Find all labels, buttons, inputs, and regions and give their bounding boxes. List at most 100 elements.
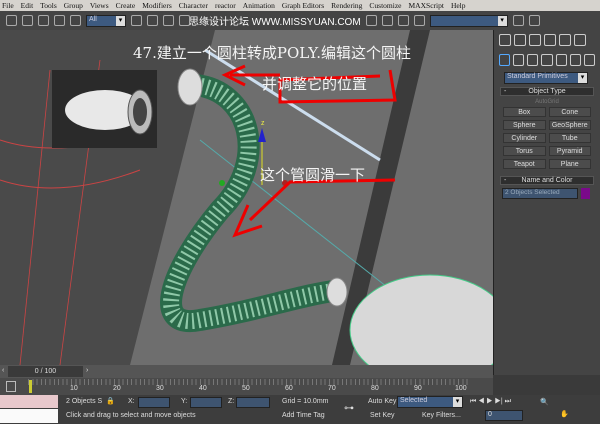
menu-create[interactable]: Create (116, 1, 136, 10)
lights-icon[interactable] (527, 54, 539, 66)
menu-tools[interactable]: Tools (40, 1, 57, 10)
unlink-icon[interactable] (54, 15, 65, 26)
bind-space-warp-icon[interactable] (70, 15, 81, 26)
set-key-button[interactable]: Set Key (370, 412, 395, 419)
select-icon[interactable] (131, 15, 142, 26)
zoom-icon[interactable]: 🔍 (540, 398, 549, 406)
display-tab-icon[interactable] (559, 34, 571, 46)
maxscript-listener-white[interactable] (0, 409, 58, 423)
perspective-viewport[interactable]: 47.建立一个圆柱转成POLY.编辑这个圆柱 并调整它的位置 这个管圆滑一下 z (0, 30, 493, 365)
sphere-object (349, 274, 493, 365)
auto-key-button[interactable]: Auto Key (368, 398, 396, 405)
menu-graph-editors[interactable]: Graph Editors (282, 1, 324, 10)
prev-frame-icon[interactable]: ‹ (2, 367, 4, 374)
menu-character[interactable]: Character (179, 1, 208, 10)
shapes-icon[interactable] (513, 54, 525, 66)
menu-customize[interactable]: Customize (369, 1, 401, 10)
teapot-button[interactable]: Teapot (503, 159, 546, 169)
torus-button[interactable]: Torus (503, 146, 546, 156)
menu-group[interactable]: Group (64, 1, 83, 10)
tube-button[interactable]: Tube (548, 133, 591, 143)
object-type-rollout[interactable]: Object Type (500, 87, 594, 96)
spinner-snap-icon[interactable] (413, 15, 425, 26)
named-selection-dropdown[interactable] (429, 14, 508, 27)
mini-curve-editor-icon[interactable] (6, 381, 16, 392)
tick-label: 20 (113, 385, 121, 392)
snap-icon[interactable] (365, 15, 377, 26)
cone-button[interactable]: Cone (548, 107, 591, 117)
cylinder-button[interactable]: Cylinder (503, 133, 546, 143)
select-by-name-icon[interactable] (147, 15, 158, 26)
name-color-rollout[interactable]: Name and Color (500, 176, 594, 185)
hierarchy-tab-icon[interactable] (529, 34, 541, 46)
key-icon[interactable]: ⊶ (344, 403, 354, 414)
main-toolbar: All 思缘设计论坛 WWW.MISSYUAN.COM (0, 11, 600, 30)
annotation-position: 并调整它的位置 (262, 75, 368, 93)
z-coordinate-field[interactable] (236, 397, 270, 408)
cameras-icon[interactable] (541, 54, 553, 66)
systems-icon[interactable] (583, 54, 595, 66)
x-label: X: (128, 398, 135, 405)
sphere-button[interactable]: Sphere (503, 120, 546, 130)
key-filters-button[interactable]: Key Filters... (422, 412, 461, 419)
watermark: 思缘设计论坛 WWW.MISSYUAN.COM (189, 17, 361, 28)
geosphere-button[interactable]: GeoSphere (548, 120, 591, 130)
menu-animation[interactable]: Animation (243, 1, 275, 10)
maxscript-listener-pink[interactable] (0, 395, 58, 408)
menu-file[interactable]: File (2, 1, 14, 10)
command-panel: Standard Primitives Object Type AutoGrid… (493, 30, 600, 375)
track-bar[interactable]: 10 20 30 40 50 60 70 80 90 100 (0, 378, 493, 395)
annotation-smooth: 这个管圆滑一下 (260, 166, 366, 184)
menu-rendering[interactable]: Rendering (331, 1, 362, 10)
undo-icon[interactable] (6, 15, 17, 26)
modify-tab-icon[interactable] (514, 34, 526, 46)
selection-filter-dropdown[interactable]: All (86, 14, 126, 27)
tick-label: 100 (455, 385, 467, 392)
tick-label: 30 (156, 385, 164, 392)
gizmo-z-label: z (261, 120, 265, 127)
create-tab-icon[interactable] (499, 34, 511, 46)
pyramid-button[interactable]: Pyramid (548, 146, 591, 156)
add-time-tag-button[interactable]: Add Time Tag (282, 412, 325, 419)
align-icon[interactable] (528, 15, 540, 26)
mirror-icon[interactable] (512, 15, 524, 26)
key-mode-dropdown[interactable]: Selected (397, 396, 463, 408)
playback-controls[interactable]: ⏮ ◀ ▶ ▶| ⏭ (470, 398, 511, 406)
menu-edit[interactable]: Edit (21, 1, 34, 10)
pan-icon[interactable]: ✋ (560, 410, 569, 418)
time-slider[interactable]: ‹ 0 / 100 › (0, 365, 493, 378)
menu-views[interactable]: Views (90, 1, 109, 10)
object-color-swatch[interactable] (581, 188, 590, 199)
x-coordinate-field[interactable] (138, 397, 170, 408)
y-label: Y: (181, 398, 188, 405)
menu-modifiers[interactable]: Modifiers (142, 1, 172, 10)
menu-maxscript[interactable]: MAXScript (409, 1, 444, 10)
tick-label: 70 (328, 385, 336, 392)
menu-help[interactable]: Help (451, 1, 466, 10)
helpers-icon[interactable] (555, 54, 567, 66)
current-frame-field[interactable]: 0 (485, 410, 523, 421)
box-button[interactable]: Box (503, 107, 546, 117)
category-dropdown[interactable]: Standard Primitives (504, 72, 588, 84)
selection-count: 2 Objects S (66, 398, 103, 405)
gizmo-z-arrow (258, 128, 266, 142)
region-select-icon[interactable] (163, 15, 174, 26)
geometry-icon[interactable] (499, 54, 511, 66)
menu-reactor[interactable]: reactor (215, 1, 236, 10)
prompt-text: Click and drag to select and move object… (66, 412, 196, 419)
link-icon[interactable] (38, 15, 49, 26)
lock-selection-icon[interactable]: 🔒 (106, 397, 115, 405)
angle-snap-icon[interactable] (381, 15, 393, 26)
plane-button[interactable]: Plane (548, 159, 591, 169)
percent-snap-icon[interactable] (397, 15, 409, 26)
z-label: Z: (228, 398, 235, 405)
object-name-field[interactable]: 2 Objects Selected (502, 188, 578, 199)
utilities-tab-icon[interactable] (574, 34, 586, 46)
time-slider-thumb[interactable]: 0 / 100 (8, 366, 83, 377)
next-frame-icon[interactable]: › (86, 367, 88, 374)
cylinder-end-top (177, 68, 203, 106)
space-warps-icon[interactable] (569, 54, 581, 66)
redo-icon[interactable] (22, 15, 33, 26)
motion-tab-icon[interactable] (544, 34, 556, 46)
y-coordinate-field[interactable] (190, 397, 222, 408)
